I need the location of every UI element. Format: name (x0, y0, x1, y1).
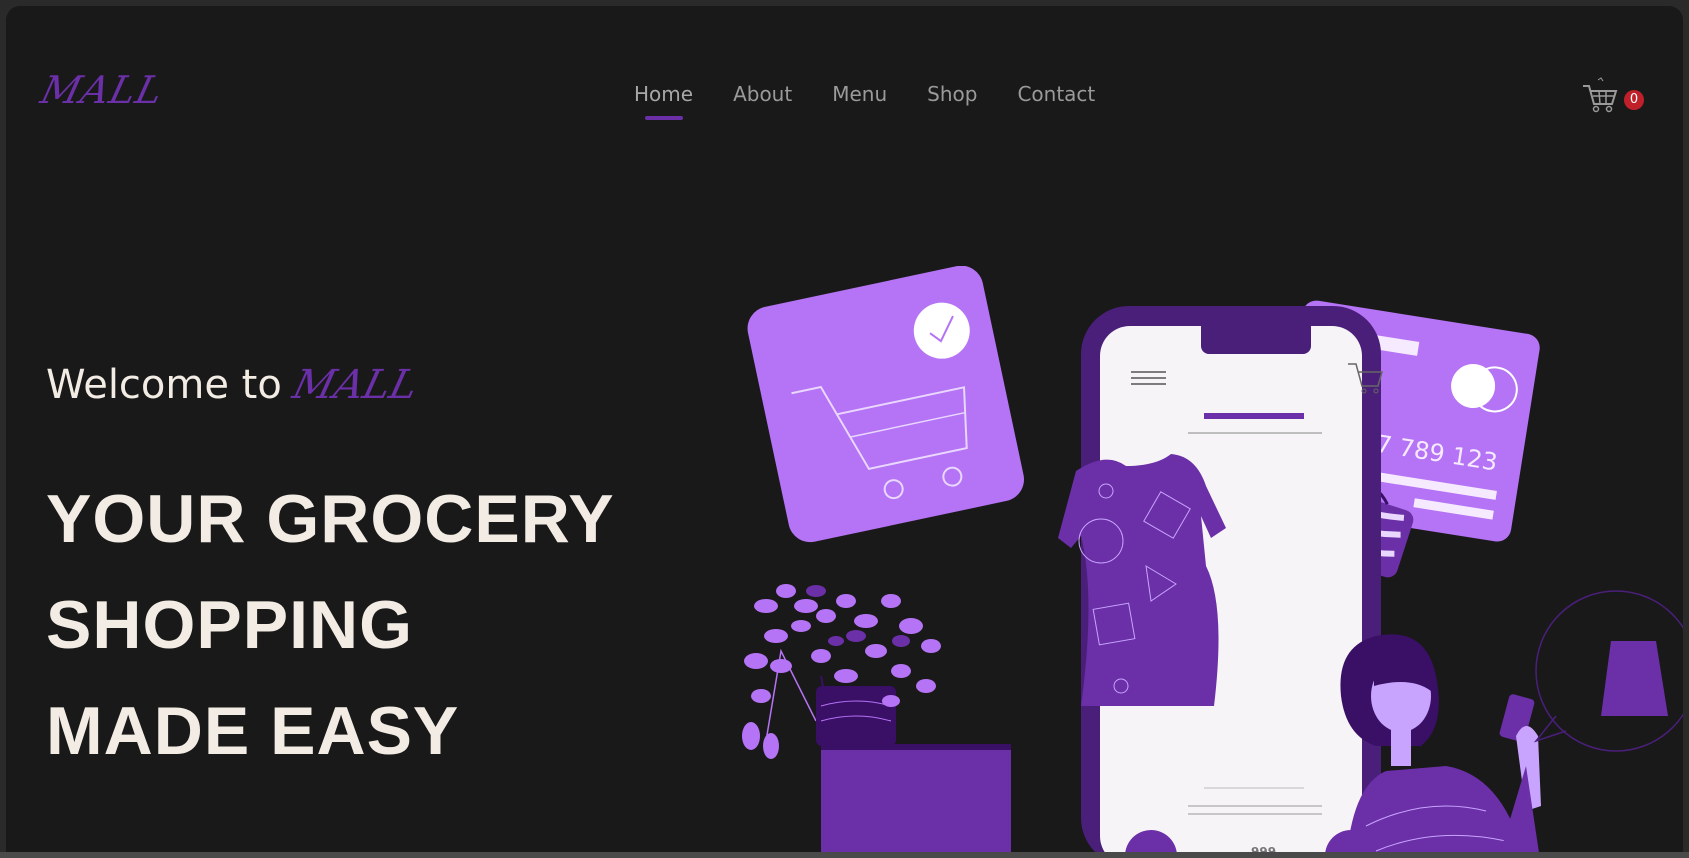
cart-button[interactable]: 0 (1580, 76, 1644, 116)
hero-headline: YOUR GROCERY SHOPPING MADE EASY (46, 466, 615, 784)
welcome-brand: MALL (288, 362, 423, 408)
nav-about[interactable]: About (733, 82, 792, 106)
cart-count-badge: 0 (1624, 90, 1644, 110)
cart-card (747, 266, 1025, 543)
woman (1340, 634, 1541, 852)
welcome-prefix: Welcome to (46, 362, 282, 408)
welcome-text: Welcome to MALL (46, 362, 423, 408)
headline-line-1: YOUR GROCERY (46, 481, 615, 557)
nav-contact[interactable]: Contact (1017, 82, 1095, 106)
plant (742, 584, 1011, 852)
main-nav: Home About Menu Shop Contact (634, 82, 1095, 106)
site-logo[interactable]: MALL (37, 68, 169, 112)
app-window: MALL Home About Menu Shop Contact 0 Welc… (6, 6, 1683, 852)
nav-menu[interactable]: Menu (832, 82, 887, 106)
status-bar (0, 852, 1689, 858)
hero-illustration: 56 367 789 123 (742, 266, 1683, 852)
cart-icon (1583, 77, 1618, 113)
nav-shop[interactable]: Shop (927, 82, 977, 106)
phone-price: 999 (1251, 845, 1276, 852)
speech-bubble (1533, 590, 1683, 752)
headline-line-3: MADE EASY (46, 693, 460, 769)
headline-line-2: SHOPPING (46, 587, 413, 663)
nav-home[interactable]: Home (634, 82, 693, 106)
